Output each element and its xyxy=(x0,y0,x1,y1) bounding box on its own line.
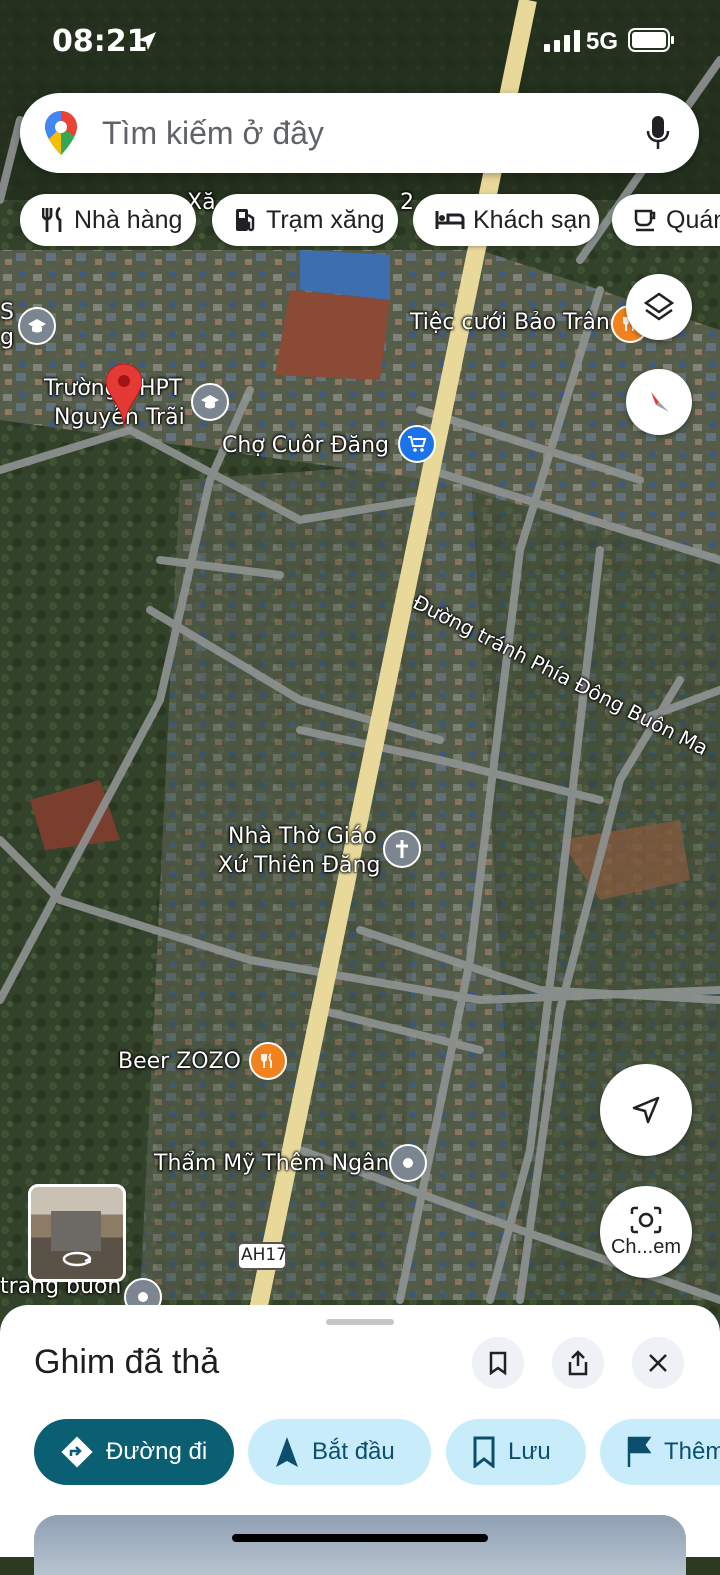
map-label-church-line2[interactable]: Xứ Thiên Đăng xyxy=(218,853,380,878)
save-button[interactable]: Lưu xyxy=(446,1419,586,1485)
navigation-arrow-icon xyxy=(632,1096,660,1124)
battery-icon xyxy=(628,28,674,52)
camera-search-label: Ch...em xyxy=(610,1235,682,1258)
place-poi-icon[interactable] xyxy=(389,1144,427,1182)
chip-label: Trạm xăng xyxy=(266,205,385,234)
map-label-beer[interactable]: Beer ZOZO xyxy=(118,1049,241,1074)
save-icon-button[interactable] xyxy=(472,1337,524,1389)
chip-label: Quán xyxy=(666,205,720,234)
directions-button[interactable]: Đường đi xyxy=(34,1419,234,1485)
chip-restaurants[interactable]: Nhà hàng xyxy=(20,194,196,246)
bed-icon xyxy=(435,211,465,229)
map-label-church-line1[interactable]: Nhà Thờ Giáo xyxy=(228,824,377,849)
location-arrow-icon xyxy=(138,32,156,50)
chip-gas-stations[interactable]: Trạm xăng xyxy=(212,194,398,246)
camera-lens-icon xyxy=(630,1206,662,1233)
more-label: Thêm xyxy=(664,1438,720,1465)
map-label-highway: AH17 xyxy=(241,1245,288,1265)
save-label: Lưu xyxy=(508,1438,551,1465)
street-view-thumbnail[interactable] xyxy=(28,1184,126,1282)
gas-pump-icon xyxy=(236,209,255,232)
map-label-market[interactable]: Chợ Cuôr Đăng xyxy=(222,433,389,458)
church-poi-icon[interactable] xyxy=(383,830,421,868)
place-photo[interactable] xyxy=(34,1515,686,1575)
home-indicator[interactable] xyxy=(232,1534,488,1542)
shopping-cart-poi-icon[interactable] xyxy=(398,425,436,463)
signal-bars-icon xyxy=(544,30,580,52)
start-label: Bắt đầu xyxy=(312,1438,395,1465)
network-type: 5G xyxy=(586,28,619,55)
close-icon xyxy=(649,1354,667,1372)
map-label-wedding[interactable]: Tiệc cưới Bảo Trân xyxy=(410,310,610,335)
rotate-360-icon xyxy=(62,1251,92,1267)
map-label-edge-partial-2: g xyxy=(0,325,14,350)
layers-button[interactable] xyxy=(626,274,692,340)
chip-hotels[interactable]: Khách sạn xyxy=(413,194,599,246)
bookmark-icon xyxy=(489,1351,507,1375)
search-input[interactable]: Tìm kiếm ở đây xyxy=(102,115,324,152)
share-icon xyxy=(568,1350,588,1376)
school-poi-icon-left[interactable] xyxy=(18,307,56,345)
directions-icon xyxy=(61,1436,93,1468)
status-time: 08:21 xyxy=(52,24,148,59)
restaurant-poi-icon-beer[interactable] xyxy=(249,1042,287,1080)
camera-search-button[interactable]: Ch...em xyxy=(600,1186,692,1278)
search-bar[interactable]: Tìm kiếm ở đây xyxy=(20,93,699,173)
place-bottom-sheet[interactable]: Ghim đã thả Đường đi Bắt đầu Lưu Thêm xyxy=(0,1305,720,1575)
directions-label: Đường đi xyxy=(106,1438,208,1465)
bookmark-icon xyxy=(473,1436,495,1468)
sheet-drag-handle[interactable] xyxy=(326,1319,394,1325)
map-label-top-partial-num: 2 xyxy=(400,190,414,215)
map-label-salon[interactable]: Thẩm Mỹ Thêm Ngân xyxy=(154,1151,389,1176)
chip-label: Nhà hàng xyxy=(74,205,183,234)
start-button[interactable]: Bắt đầu xyxy=(248,1419,431,1485)
google-maps-pin-icon xyxy=(45,111,77,155)
microphone-icon[interactable] xyxy=(646,115,670,151)
layers-icon xyxy=(643,292,675,321)
compass-icon xyxy=(651,392,669,412)
navigation-arrow-icon xyxy=(276,1437,298,1467)
coffee-cup-icon xyxy=(634,209,656,232)
my-location-button[interactable] xyxy=(600,1064,692,1156)
chip-label: Khách sạn xyxy=(473,205,592,234)
chip-cafes[interactable]: Quán xyxy=(612,194,720,246)
map-label-edge-partial: S xyxy=(0,300,14,325)
sheet-title: Ghim đã thả xyxy=(34,1343,220,1381)
share-button[interactable] xyxy=(552,1337,604,1389)
dropped-pin-icon[interactable] xyxy=(106,364,142,428)
school-poi-icon[interactable] xyxy=(191,383,229,421)
more-button[interactable]: Thêm xyxy=(600,1419,720,1485)
close-button[interactable] xyxy=(632,1337,684,1389)
fork-knife-icon xyxy=(42,207,62,232)
compass-button[interactable] xyxy=(626,369,692,435)
status-bar: 08:21 5G xyxy=(0,0,720,80)
flag-icon xyxy=(627,1436,652,1467)
